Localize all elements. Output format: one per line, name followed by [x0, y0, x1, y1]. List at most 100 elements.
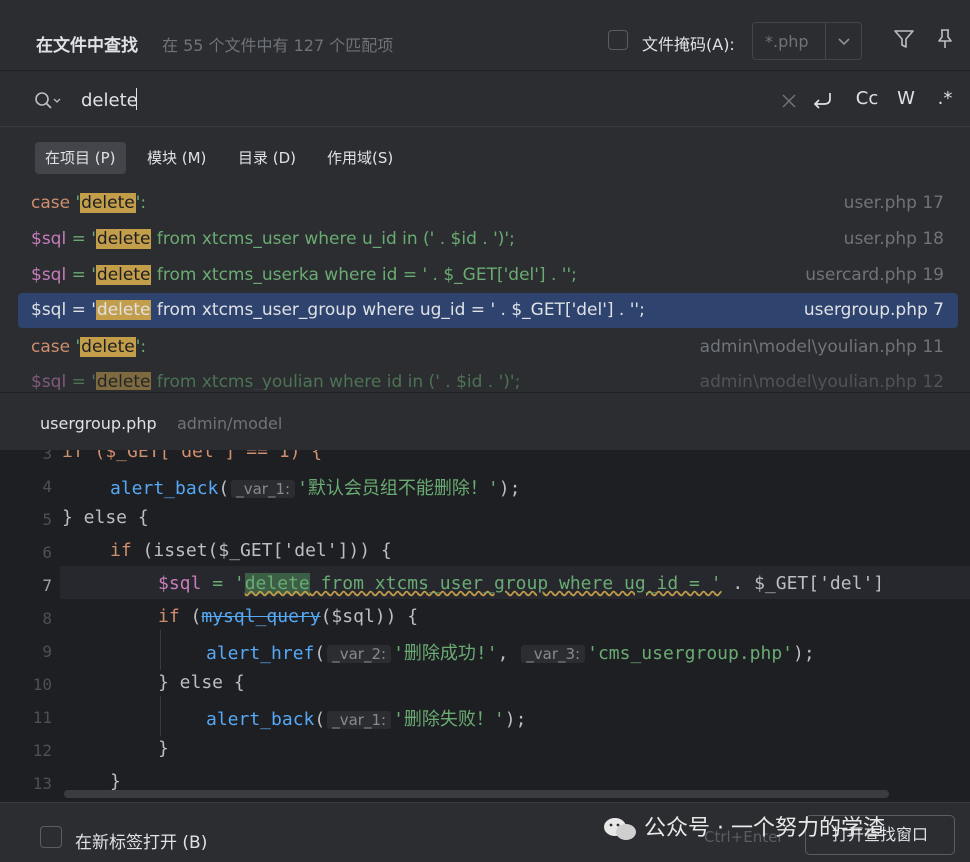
result-var: $sql — [31, 372, 67, 390]
result-match: delete — [80, 193, 136, 213]
result-pre: = ' — [66, 265, 96, 285]
code-end: ); — [498, 478, 521, 499]
preview-file-name: usergroup.php — [40, 414, 157, 433]
line-number: 5 — [42, 510, 52, 529]
result-file: usergroup.php 7 — [803, 300, 944, 320]
code-kw: if — [158, 606, 180, 627]
result-pre: = ' — [66, 300, 96, 320]
code-tail: . $_GET['del'] — [721, 573, 885, 594]
code-fn: alert_back — [206, 709, 315, 730]
code-string: 'cms_usergroup.php' — [587, 643, 794, 664]
code-sql: from xtcms_user_group where ug_id = ' — [309, 573, 722, 594]
result-match: delete — [95, 265, 152, 285]
code-rest: (isset($_GET['del'])) { — [131, 540, 392, 561]
code-match: delete — [244, 573, 310, 594]
result-row[interactable]: $sql = 'delete from xtcms_userka where i… — [18, 258, 958, 293]
code-line-9: alert_href(_var_2: '删除成功!', _var_3:'cms_u… — [206, 643, 815, 664]
param-hint: _var_3: — [521, 645, 586, 663]
result-match: delete — [95, 372, 152, 390]
file-mask-combo[interactable]: *.php — [752, 22, 862, 60]
result-row[interactable]: case 'delete': admin\model\youlian.php 1… — [18, 330, 958, 365]
result-post: ': — [135, 337, 147, 357]
result-row[interactable]: $sql = 'delete from xtcms_youlian where … — [18, 365, 958, 390]
line-number: 9 — [42, 642, 52, 661]
filter-icon[interactable] — [892, 27, 916, 51]
scope-scope[interactable]: 作用域(S) — [317, 142, 403, 174]
new-tab-checkbox[interactable] — [40, 826, 62, 848]
result-pre: ' — [70, 337, 81, 357]
dialog-title: 在文件中查找 — [36, 36, 138, 56]
text-caret — [136, 88, 137, 110]
pin-icon[interactable] — [933, 27, 957, 51]
result-post: ': — [135, 193, 147, 213]
code-l13: } — [110, 771, 121, 792]
horizontal-scrollbar[interactable] — [64, 790, 889, 798]
match-count: 在 55 个文件中有 127 个匹配项 — [162, 36, 394, 55]
words-icon[interactable]: W — [893, 88, 919, 112]
scope-module[interactable]: 模块 (M) — [137, 142, 216, 174]
result-pre: = ' — [66, 372, 96, 390]
clear-icon[interactable] — [780, 88, 798, 112]
line-number: 3 — [42, 450, 52, 463]
match-case-icon[interactable]: Cc — [852, 88, 882, 112]
line-number: 8 — [42, 609, 52, 628]
file-mask-checkbox[interactable] — [608, 30, 628, 50]
result-pre: = ' — [66, 229, 96, 249]
result-match: delete — [95, 229, 152, 249]
line-number: 11 — [32, 708, 52, 727]
find-in-files-dialog: 在文件中查找 在 55 个文件中有 127 个匹配项 文件掩码(A): *.ph… — [0, 0, 970, 862]
code-eq: = ' — [201, 573, 245, 594]
code-fn: alert_href — [206, 643, 315, 664]
param-hint: _var_1: — [231, 480, 296, 498]
scope-project[interactable]: 在项目 (P) — [35, 142, 126, 174]
search-input[interactable] — [81, 86, 681, 114]
code-string: '删除成功!' — [393, 643, 498, 664]
code-preview[interactable]: 3 4 5 6 7 8 9 10 11 12 13 if ($_GET['del… — [0, 450, 970, 802]
result-post: from xtcms_user where u_id in (' . $id .… — [151, 229, 515, 249]
preview-file-dir: admin/model — [177, 414, 283, 433]
result-match: delete — [80, 337, 136, 357]
code-line-10: } else { — [62, 672, 245, 693]
watermark-text: 公众号 · 一个努力的学渣 — [644, 816, 885, 841]
line-number: 6 — [42, 543, 52, 562]
result-var: $sql — [31, 229, 67, 249]
line-number: 12 — [32, 741, 52, 760]
result-row[interactable]: $sql = 'delete from xtcms_user where u_i… — [18, 222, 958, 257]
result-match: delete — [95, 300, 152, 320]
code-line-7: $sql = 'delete from xtcms_user_group whe… — [62, 573, 884, 594]
combo-divider — [825, 23, 826, 59]
code-line-5: } else { — [62, 507, 149, 528]
search-icon[interactable] — [33, 90, 61, 112]
result-file: usercard.php 19 — [805, 265, 944, 285]
dialog-header: 在文件中查找 在 55 个文件中有 127 个匹配项 文件掩码(A): *.ph… — [0, 0, 970, 71]
result-row-selected[interactable]: $sql = 'delete from xtcms_user_group whe… — [18, 293, 958, 328]
code-line-13: } — [62, 771, 121, 792]
code-fn-deprecated: mysql_query — [201, 606, 321, 627]
chevron-down-icon[interactable] — [833, 31, 855, 51]
result-file: user.php 17 — [843, 193, 944, 213]
result-post: from xtcms_user_group where ug_id = ' . … — [151, 300, 645, 320]
result-var: $sql — [31, 265, 67, 285]
result-post: from xtcms_userka where id = ' . $_GET['… — [151, 265, 577, 285]
param-hint: _var_2: — [327, 645, 392, 663]
code-end: ); — [504, 709, 527, 730]
result-file: user.php 18 — [843, 229, 944, 249]
code-end: ); — [793, 643, 815, 664]
line-number: 4 — [42, 477, 52, 496]
result-pre: ' — [70, 193, 81, 213]
code-rest: ($sql)) { — [320, 606, 419, 627]
code-line-6: if (isset($_GET['del'])) { — [62, 540, 392, 561]
line-number: 10 — [32, 675, 52, 694]
newline-icon[interactable] — [810, 88, 834, 112]
code-var: $sql — [158, 573, 202, 594]
result-row[interactable]: case 'delete': user.php 17 — [18, 186, 958, 221]
result-post: from xtcms_youlian where id in (' . $id … — [151, 372, 521, 390]
param-hint: _var_1: — [327, 711, 392, 729]
code-fn: alert_back — [110, 478, 219, 499]
file-mask-value[interactable]: *.php — [765, 32, 809, 51]
regex-icon[interactable]: .* — [932, 88, 958, 112]
scope-directory[interactable]: 目录 (D) — [228, 142, 306, 174]
result-var: $sql — [31, 300, 67, 320]
results-list: case 'delete': user.php 17 $sql = 'delet… — [0, 185, 970, 390]
code-l3: if ($_GET['del'] == 1) { — [62, 450, 323, 462]
